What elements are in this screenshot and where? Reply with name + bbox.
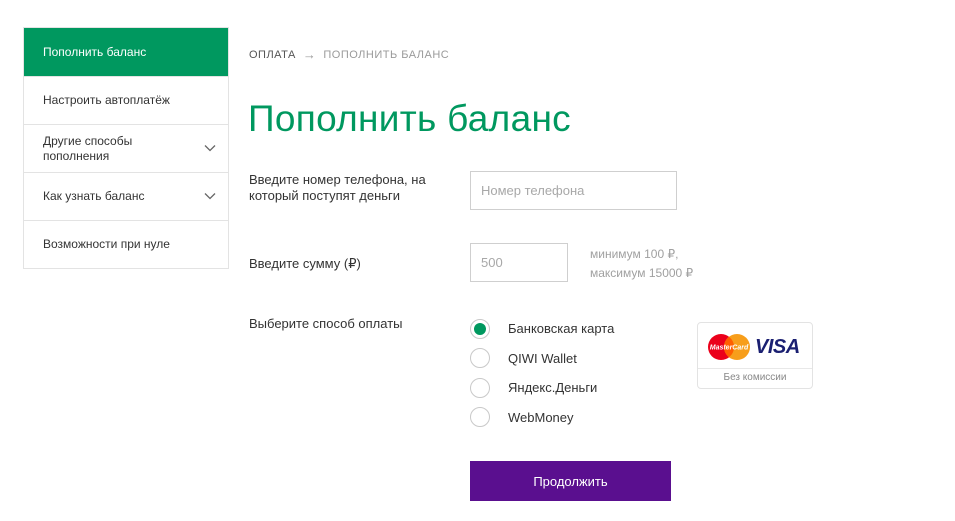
radio-button[interactable] [470,407,490,428]
sidebar-item-check-balance[interactable]: Как узнать баланс [24,172,228,220]
sidebar-item-label: Возможности при нуле [43,237,170,251]
card-logos: MasterCard VISA [707,333,800,361]
sidebar-item-top-up-balance[interactable]: Пополнить баланс [24,28,228,76]
amount-label: Введите сумму (₽) [249,256,361,271]
chevron-down-icon [204,144,216,151]
amount-hint-min: минимум 100 ₽, [590,247,679,261]
payment-option-label: Яндекс.Деньги [508,380,598,396]
payment-option-label: Банковская карта [508,321,615,337]
amount-hint: минимум 100 ₽, максимум 15000 ₽ [590,245,693,283]
payment-option-label: WebMoney [508,409,574,425]
radio-button[interactable] [470,377,490,398]
payment-option-yandex-money[interactable]: Яндекс.Деньги [470,373,614,403]
chevron-down-icon [204,192,216,199]
sidebar-item-label: Настроить автоплатёж [43,93,170,107]
svg-text:MasterCard: MasterCard [710,345,749,352]
payment-option-qiwi[interactable]: QIWI Wallet [470,344,614,374]
sidebar-menu: Пополнить баланс Настроить автоплатёж Др… [23,27,229,269]
phone-label: Введите номер телефона, на который посту… [249,172,426,203]
payment-method-label: Выберите способ оплаты [249,316,403,331]
card-payment-badge: MasterCard VISA Без комиссии [697,322,813,389]
breadcrumb: ОПЛАТА → ПОПОЛНИТЬ БАЛАНС [249,47,449,62]
mastercard-logo-icon: MasterCard [708,334,750,360]
sidebar-item-label: Другие способы пополнения [43,133,133,163]
sidebar-item-label: Как узнать баланс [43,189,145,203]
amount-hint-max: максимум 15000 ₽ [590,266,694,280]
amount-input[interactable] [470,243,568,282]
page: Пополнить баланс Настроить автоплатёж Др… [0,0,955,521]
radio-button-checked[interactable] [470,318,490,339]
sidebar-item-autopay[interactable]: Настроить автоплатёж [24,76,228,124]
no-commission-note: Без комиссии [723,372,787,383]
sidebar-item-other-methods[interactable]: Другие способы пополнения [24,124,228,172]
payment-option-label: QIWI Wallet [508,350,577,366]
continue-button[interactable]: Продолжить [470,461,671,501]
divider [698,368,812,369]
sidebar-item-zero-balance-options[interactable]: Возможности при нуле [24,220,228,268]
payment-method-radio-group: Банковская карта QIWI Wallet Яндекс.День… [470,314,614,432]
breadcrumb-current: ПОПОЛНИТЬ БАЛАНС [323,48,450,61]
payment-option-bank-card[interactable]: Банковская карта [470,314,614,344]
page-title: Пополнить баланс [248,98,571,139]
breadcrumb-parent-link[interactable]: ОПЛАТА [249,49,296,61]
payment-option-webmoney[interactable]: WebMoney [470,403,614,433]
radio-button[interactable] [470,348,490,369]
visa-logo-icon: VISA [755,335,800,358]
sidebar-item-label: Пополнить баланс [43,44,147,59]
phone-input[interactable] [470,171,677,210]
arrow-right-icon: → [302,47,317,62]
